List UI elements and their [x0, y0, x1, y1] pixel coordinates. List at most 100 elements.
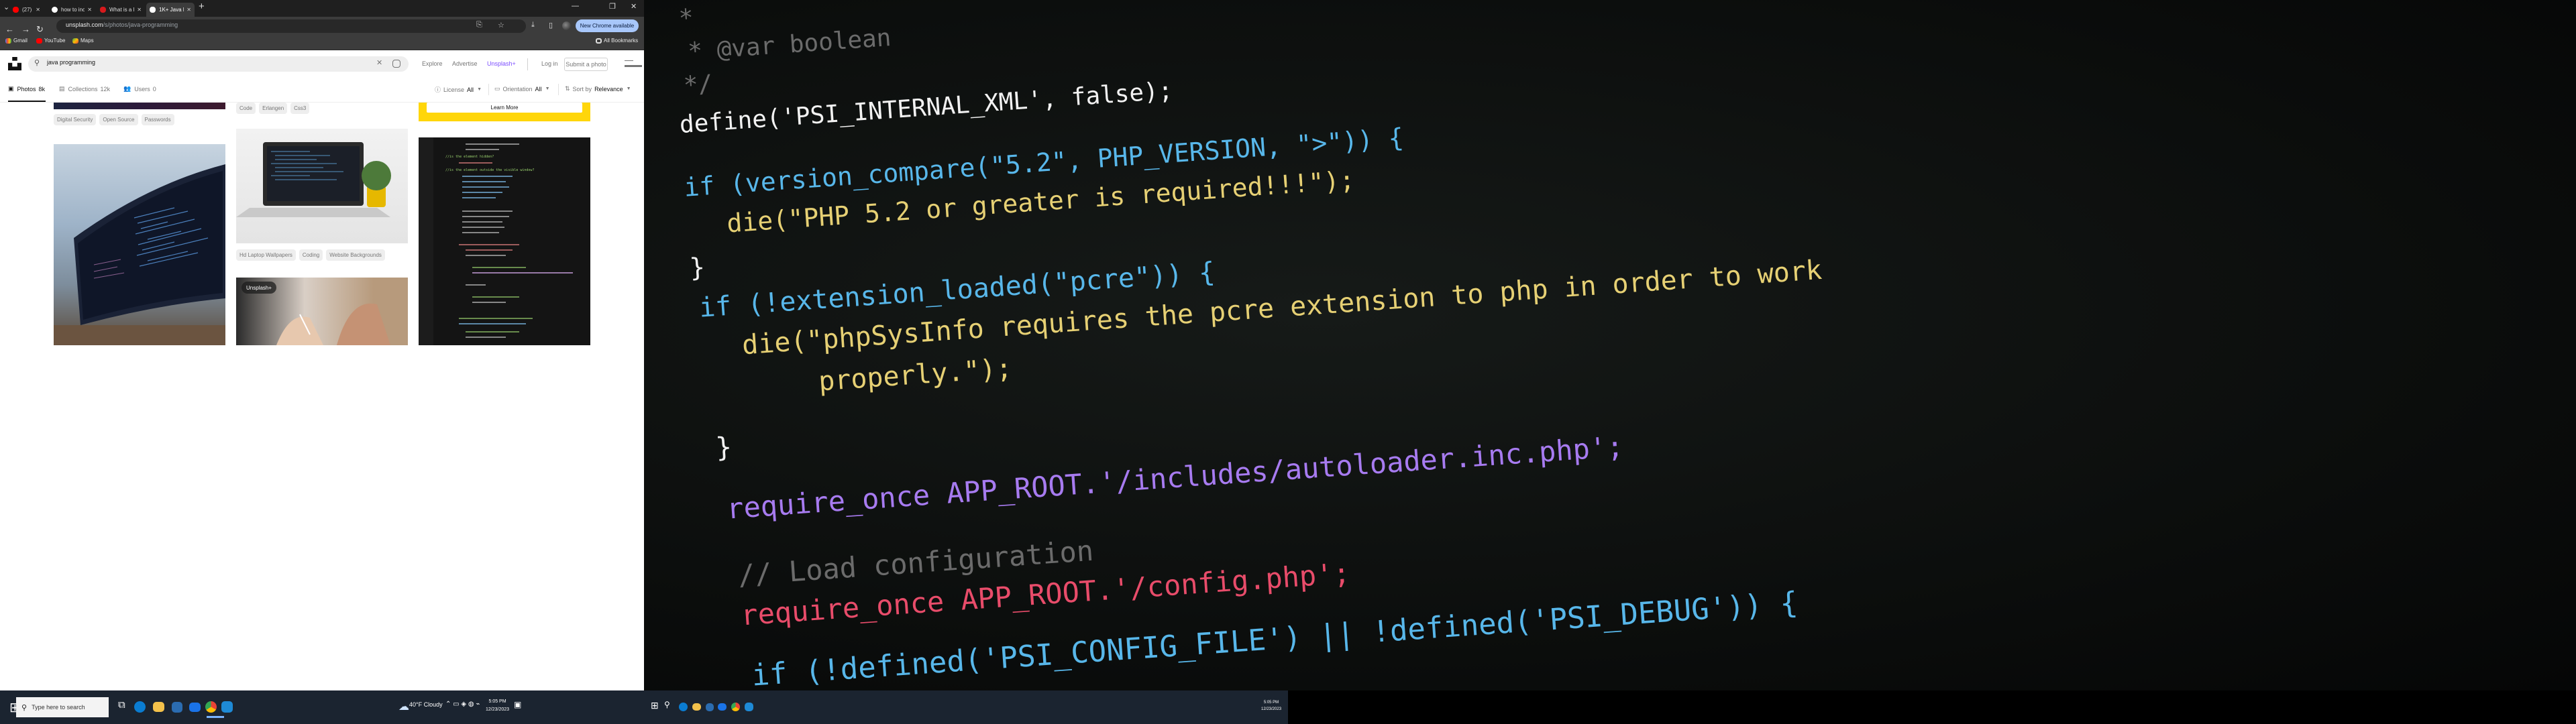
tag-chip[interactable]: Erlangen [259, 103, 288, 114]
close-icon[interactable]: ✕ [186, 7, 191, 13]
tag-chip[interactable]: Passwords [141, 114, 174, 125]
install-app-icon[interactable]: ⎘ [476, 21, 482, 29]
tab-title: 1K+ Java Programming Picture [159, 7, 184, 13]
filter-value: Relevance [594, 85, 623, 93]
browser-tab-2[interactable]: how to increase fontsize with m ✕ [48, 3, 95, 17]
mail-icon[interactable] [718, 703, 727, 711]
new-tab-plus-icon[interactable]: + [199, 1, 205, 12]
chrome-taskbar-icon[interactable] [731, 703, 740, 711]
unsplash-logo-icon[interactable] [8, 57, 21, 70]
browser-tab-3[interactable]: What is a PDF? Portable Docum ✕ [97, 3, 145, 17]
store-icon[interactable] [172, 702, 182, 713]
search-input[interactable]: java programming [47, 59, 95, 66]
bookmark-star-icon[interactable]: ☆ [498, 21, 504, 29]
taskbar-left: ⊞ ⚲ Type here to search ⧉ ☁ 40°F Cloudy … [0, 690, 644, 724]
photo-tile-curved-monitor[interactable] [54, 144, 225, 345]
taskbar-search-placeholder[interactable]: Type here to search [32, 704, 85, 711]
bookmark-gmail[interactable]: Gmail [5, 38, 28, 44]
all-bookmarks[interactable]: All Bookmarks [596, 38, 638, 44]
file-explorer-icon[interactable] [692, 703, 701, 711]
address-bar[interactable]: unsplash.com/s/photos/java-programming ☆… [56, 19, 526, 33]
chrome-taskbar-icon[interactable] [205, 701, 224, 718]
edge-icon[interactable] [134, 701, 146, 713]
app-icon[interactable] [745, 703, 753, 711]
weather-text[interactable]: 40°F Cloudy [409, 701, 443, 708]
side-panel-icon[interactable]: ▯ [549, 21, 553, 29]
active-tab-underline [8, 101, 46, 102]
notifications-icon[interactable]: ▣ [514, 700, 521, 709]
tab-strip: ⌄ (27) KG Coding by Prashant Sir ✕ how t… [0, 0, 644, 17]
license-icon: ⓘ [435, 86, 441, 93]
bookmark-youtube[interactable]: YouTube [36, 38, 65, 44]
browser-toolbar: ← → ↻ unsplash.com/s/photos/java-program… [0, 17, 644, 36]
close-icon[interactable]: ✕ [137, 7, 142, 13]
restore-icon[interactable]: ❐ [609, 2, 616, 11]
minimize-icon[interactable]: — [572, 2, 579, 10]
tag-chip[interactable]: Hd Laptop Wallpapers [236, 249, 296, 261]
photo-tile[interactable] [54, 103, 225, 109]
clock[interactable]: 5:05 PM 12/23/2023 [1261, 699, 1281, 713]
tab-photos[interactable]: ▣ Photos 8k [8, 85, 45, 93]
app-icon[interactable] [221, 701, 233, 713]
windows-start-icon[interactable]: ⊞ [651, 700, 659, 711]
photo-tile-code[interactable]: //is the element hidden? //is the element… [419, 137, 590, 345]
profile-avatar[interactable] [562, 21, 571, 30]
tab-label: Photos [17, 85, 36, 93]
tag-chip[interactable]: Css3 [290, 103, 310, 114]
svg-text://is the element hidden?: //is the element hidden? [445, 155, 494, 159]
code-screen-image: //is the element hidden? //is the element… [419, 137, 590, 345]
code-photo-wallpaper: * * @var boolean */ define('PSI_INTERNAL… [644, 0, 2576, 693]
license-dropdown[interactable]: ⓘ License All ▼ [435, 85, 482, 94]
task-view-icon[interactable]: ⧉ [118, 699, 125, 711]
browser-tab-1[interactable]: (27) KG Coding by Prashant Sir ✕ [9, 3, 44, 17]
tag-chip[interactable]: Digital Security [54, 114, 97, 125]
search-bar[interactable]: ⚲ java programming ✕ [28, 56, 409, 72]
close-icon[interactable]: ✕ [36, 7, 40, 13]
submit-photo-button[interactable]: Submit a photo [564, 58, 608, 71]
new-chrome-available-button[interactable]: New Chrome available [576, 19, 639, 32]
clear-search-icon[interactable]: ✕ [376, 58, 382, 67]
learn-more-label: Learn More [490, 105, 519, 111]
nav-advertise[interactable]: Advertise [452, 60, 478, 67]
clock[interactable]: 5:05 PM 12/23/2023 [486, 698, 509, 714]
login-link[interactable]: Log in [541, 60, 558, 67]
youtube-icon [36, 38, 42, 44]
tab-users[interactable]: 👥 Users 0 [123, 85, 156, 93]
file-explorer-icon[interactable] [153, 702, 164, 712]
tag-chip[interactable]: Code [236, 103, 256, 114]
edge-icon[interactable] [679, 703, 688, 711]
weather-cloud-icon[interactable]: ☁ [398, 700, 409, 713]
tag-chip[interactable]: Open Source [99, 114, 138, 125]
tray-icons[interactable]: ⌃ ▭ ◈ ◍ ⌁ [445, 701, 480, 708]
visual-search-icon[interactable] [392, 60, 400, 68]
taskbar-search[interactable]: ⚲ Type here to search [16, 697, 109, 717]
tab-collections[interactable]: ▤ Collections 12k [59, 85, 110, 93]
bookmark-label: Gmail [13, 38, 28, 44]
sort-dropdown[interactable]: ⇅ Sort by Relevance ▼ [565, 85, 631, 93]
submit-label: Submit a photo [566, 61, 606, 68]
close-window-icon[interactable]: ✕ [631, 2, 637, 11]
unsplash-favicon-icon [150, 7, 156, 13]
code-line: } [714, 431, 733, 464]
filter-label: Sort by [572, 85, 592, 93]
browser-tab-4-active[interactable]: 1K+ Java Programming Picture ✕ [146, 3, 195, 17]
mail-icon[interactable] [189, 703, 201, 712]
learn-more-button[interactable]: Learn More [427, 103, 582, 113]
menu-hamburger-icon[interactable] [625, 60, 642, 67]
orientation-dropdown[interactable]: ▭ Orientation All ▼ [494, 85, 550, 93]
photo-tile-laptop[interactable] [236, 129, 408, 243]
search-icon[interactable]: ⚲ [664, 700, 670, 709]
tag-chip[interactable]: Coding [299, 249, 323, 261]
nav-explore[interactable]: Explore [422, 60, 443, 67]
nav-unsplash-plus[interactable]: Unsplash+ [487, 60, 516, 67]
close-icon[interactable]: ✕ [87, 7, 92, 13]
pdf-favicon-icon [100, 7, 106, 13]
code-line: } [688, 252, 706, 283]
store-icon[interactable] [706, 703, 714, 711]
tab-search-chevron-icon[interactable]: ⌄ [3, 3, 9, 11]
tag-chip[interactable]: Website Backgrounds [326, 249, 385, 261]
download-icon[interactable]: ⤓ [531, 21, 535, 29]
bookmarks-bar: Gmail YouTube Maps All Bookmarks [0, 35, 644, 50]
new-chrome-label: New Chrome available [580, 23, 635, 29]
bookmark-maps[interactable]: Maps [72, 38, 94, 44]
